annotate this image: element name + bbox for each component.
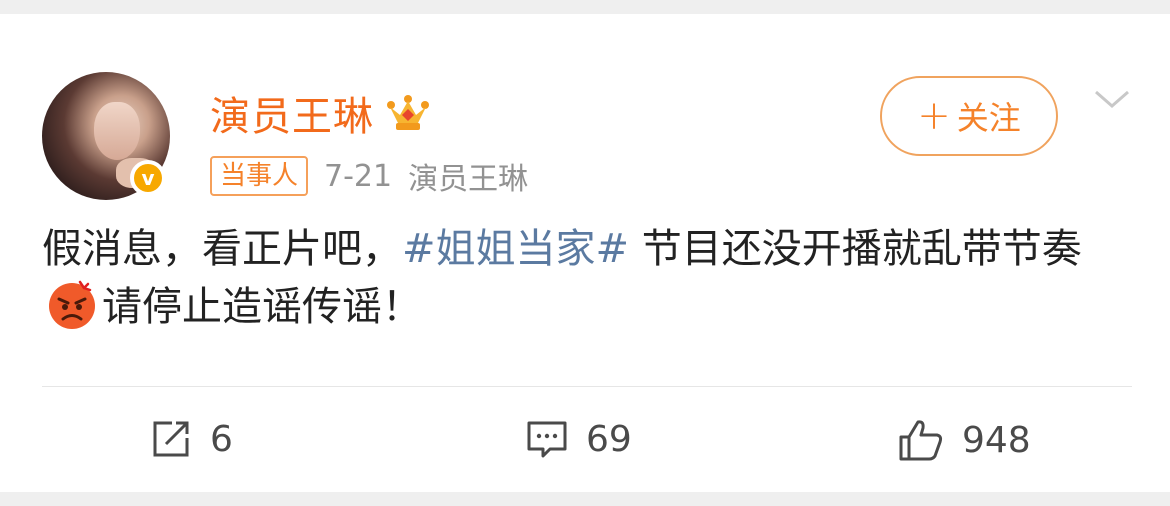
author-name[interactable]: 演员王琳 (210, 84, 374, 142)
like-button[interactable]: 948 (898, 418, 1031, 462)
crown-icon (387, 95, 429, 130)
post-text: 假消息，看正片吧， (42, 226, 402, 272)
post-text: 节目还没开播就乱带节奏 (629, 226, 1082, 272)
plus-icon: + (917, 93, 951, 139)
verified-badge-icon: v (130, 160, 166, 196)
post-meta: 当事人 7-21 演员王琳 (210, 154, 528, 198)
chevron-down-icon[interactable] (1092, 84, 1132, 114)
avatar-face (94, 102, 140, 160)
post-content: 假消息，看正片吧，#姐姐当家# 节目还没开播就乱带节奏 请停止造谣传谣！ (42, 220, 1132, 336)
post-source: 演员王琳 (408, 162, 529, 197)
thumbs-up-icon (899, 420, 943, 461)
post-date: 7-21 (324, 158, 393, 194)
repost-button[interactable]: 6 (150, 418, 233, 460)
comment-count: 69 (586, 418, 632, 460)
follow-label: 关注 (956, 99, 1021, 137)
author-row: 演员王琳 (210, 84, 430, 142)
weibo-post-card: v 演员王琳 当事人 7-21 演员王琳 + 关注 假消息，看正片吧，#姐姐当家… (0, 14, 1170, 492)
repost-icon (153, 421, 189, 457)
status-badge: 当事人 (210, 156, 309, 196)
follow-button[interactable]: + 关注 (880, 76, 1058, 156)
like-count: 948 (962, 419, 1031, 461)
comment-button[interactable]: 69 (526, 418, 632, 460)
post-text: 请停止造谣传谣！ (102, 284, 422, 330)
hashtag-link[interactable]: #姐姐当家# (402, 226, 629, 272)
angry-face-emoji (49, 280, 95, 329)
divider (42, 386, 1132, 387)
comment-icon (527, 421, 567, 458)
repost-count: 6 (210, 418, 233, 460)
